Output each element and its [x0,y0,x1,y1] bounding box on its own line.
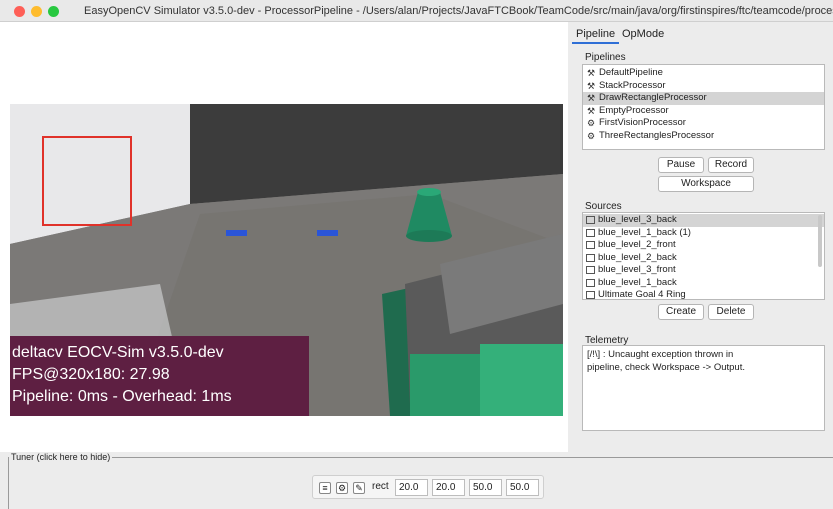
stats-overlay: deltacv EOCV-Sim v3.5.0-dev FPS@320x180:… [10,336,309,416]
sources-label: Sources [585,201,622,212]
sources-scrollbar[interactable] [818,215,822,267]
record-button[interactable]: Record [708,157,754,173]
tuner-value-input[interactable]: 20.0 [432,479,465,496]
gears-icon: ⚙ [586,130,596,141]
tab-opmode[interactable]: OpMode [618,26,668,42]
list-item[interactable]: ⚒ EmptyProcessor [583,105,824,118]
tuner-field: ≡ ⚙ ✎ rect 20.0 20.0 50.0 50.0 [312,475,544,499]
image-icon [586,253,595,262]
sources-list[interactable]: blue_level_3_back blue_level_1_back (1) … [582,212,825,300]
list-item[interactable]: ⚒ DefaultPipeline [583,67,824,80]
close-window-button[interactable] [14,6,25,17]
side-panel: Pipeline OpMode Pipelines ⚒ DefaultPipeli… [568,22,833,452]
pause-button[interactable]: Pause [658,157,704,173]
camera-viewport: deltacv EOCV-Sim v3.5.0-dev FPS@320x180:… [0,22,568,452]
image-icon [586,266,595,275]
list-item[interactable]: blue_level_3_back [583,214,824,227]
window-title: EasyOpenCV Simulator v3.5.0-dev - Proces… [84,5,833,17]
overlay-fps: FPS@320x180: 27.98 [12,366,170,383]
list-item[interactable]: blue_level_2_back [583,252,824,265]
list-item[interactable]: blue_level_2_front [583,239,824,252]
hammer-icon: ⚒ [586,80,596,91]
hammer-icon: ⚒ [586,68,596,78]
eyedropper-icon[interactable]: ✎ [353,482,365,494]
zoom-window-button[interactable] [48,6,59,17]
camera-frame: deltacv EOCV-Sim v3.5.0-dev FPS@320x180:… [10,104,563,416]
hammer-icon: ⚒ [586,105,596,116]
gears-icon: ⚙ [586,118,596,128]
image-icon [586,291,595,299]
tab-pipeline[interactable]: Pipeline [572,26,620,44]
window-titlebar: EasyOpenCV Simulator v3.5.0-dev - Proces… [0,0,833,22]
pipelines-label: Pipelines [585,52,626,63]
create-button[interactable]: Create [658,304,704,320]
list-item[interactable]: blue_level_1_back (1) [583,227,824,240]
list-item[interactable]: ⚒ DrawRectangleProcessor [583,92,824,105]
telemetry-text: [/!\] : Uncaught exception thrown in pip… [587,349,745,373]
list-item[interactable]: Ultimate Goal 4 Ring [583,289,824,299]
settings-icon[interactable]: ⚙ [336,482,348,494]
hammer-icon: ⚒ [586,93,596,103]
delete-button[interactable]: Delete [708,304,754,320]
image-icon [586,216,595,225]
tuner-value-input[interactable]: 50.0 [469,479,502,496]
list-item[interactable]: ⚙ ThreeRectanglesProcessor [583,130,824,143]
image-icon [586,241,595,250]
list-item[interactable]: ⚒ StackProcessor [583,80,824,93]
overlay-timing: Pipeline: 0ms - Overhead: 1ms [12,388,232,405]
image-icon [586,278,595,287]
overlay-version: deltacv EOCV-Sim v3.5.0-dev [12,344,224,361]
tuner-toggle-label[interactable]: Tuner (click here to hide) [9,452,113,462]
list-item[interactable]: ⚙ FirstVisionProcessor [583,117,824,130]
tuner-value-input[interactable]: 20.0 [395,479,428,496]
image-icon [586,228,595,237]
tuner-value-input[interactable]: 50.0 [506,479,539,496]
minimize-window-button[interactable] [31,6,42,17]
tuner-field-name: rect [372,481,389,492]
workspace-button[interactable]: Workspace [658,176,754,192]
telemetry-panel: [/!\] : Uncaught exception thrown in pip… [582,345,825,431]
list-item[interactable]: blue_level_3_front [583,264,824,277]
sliders-icon[interactable]: ≡ [319,482,331,494]
pipelines-list[interactable]: ⚒ DefaultPipeline ⚒ StackProcessor ⚒ DrawRe… [582,64,825,150]
list-item[interactable]: blue_level_1_back [583,277,824,290]
